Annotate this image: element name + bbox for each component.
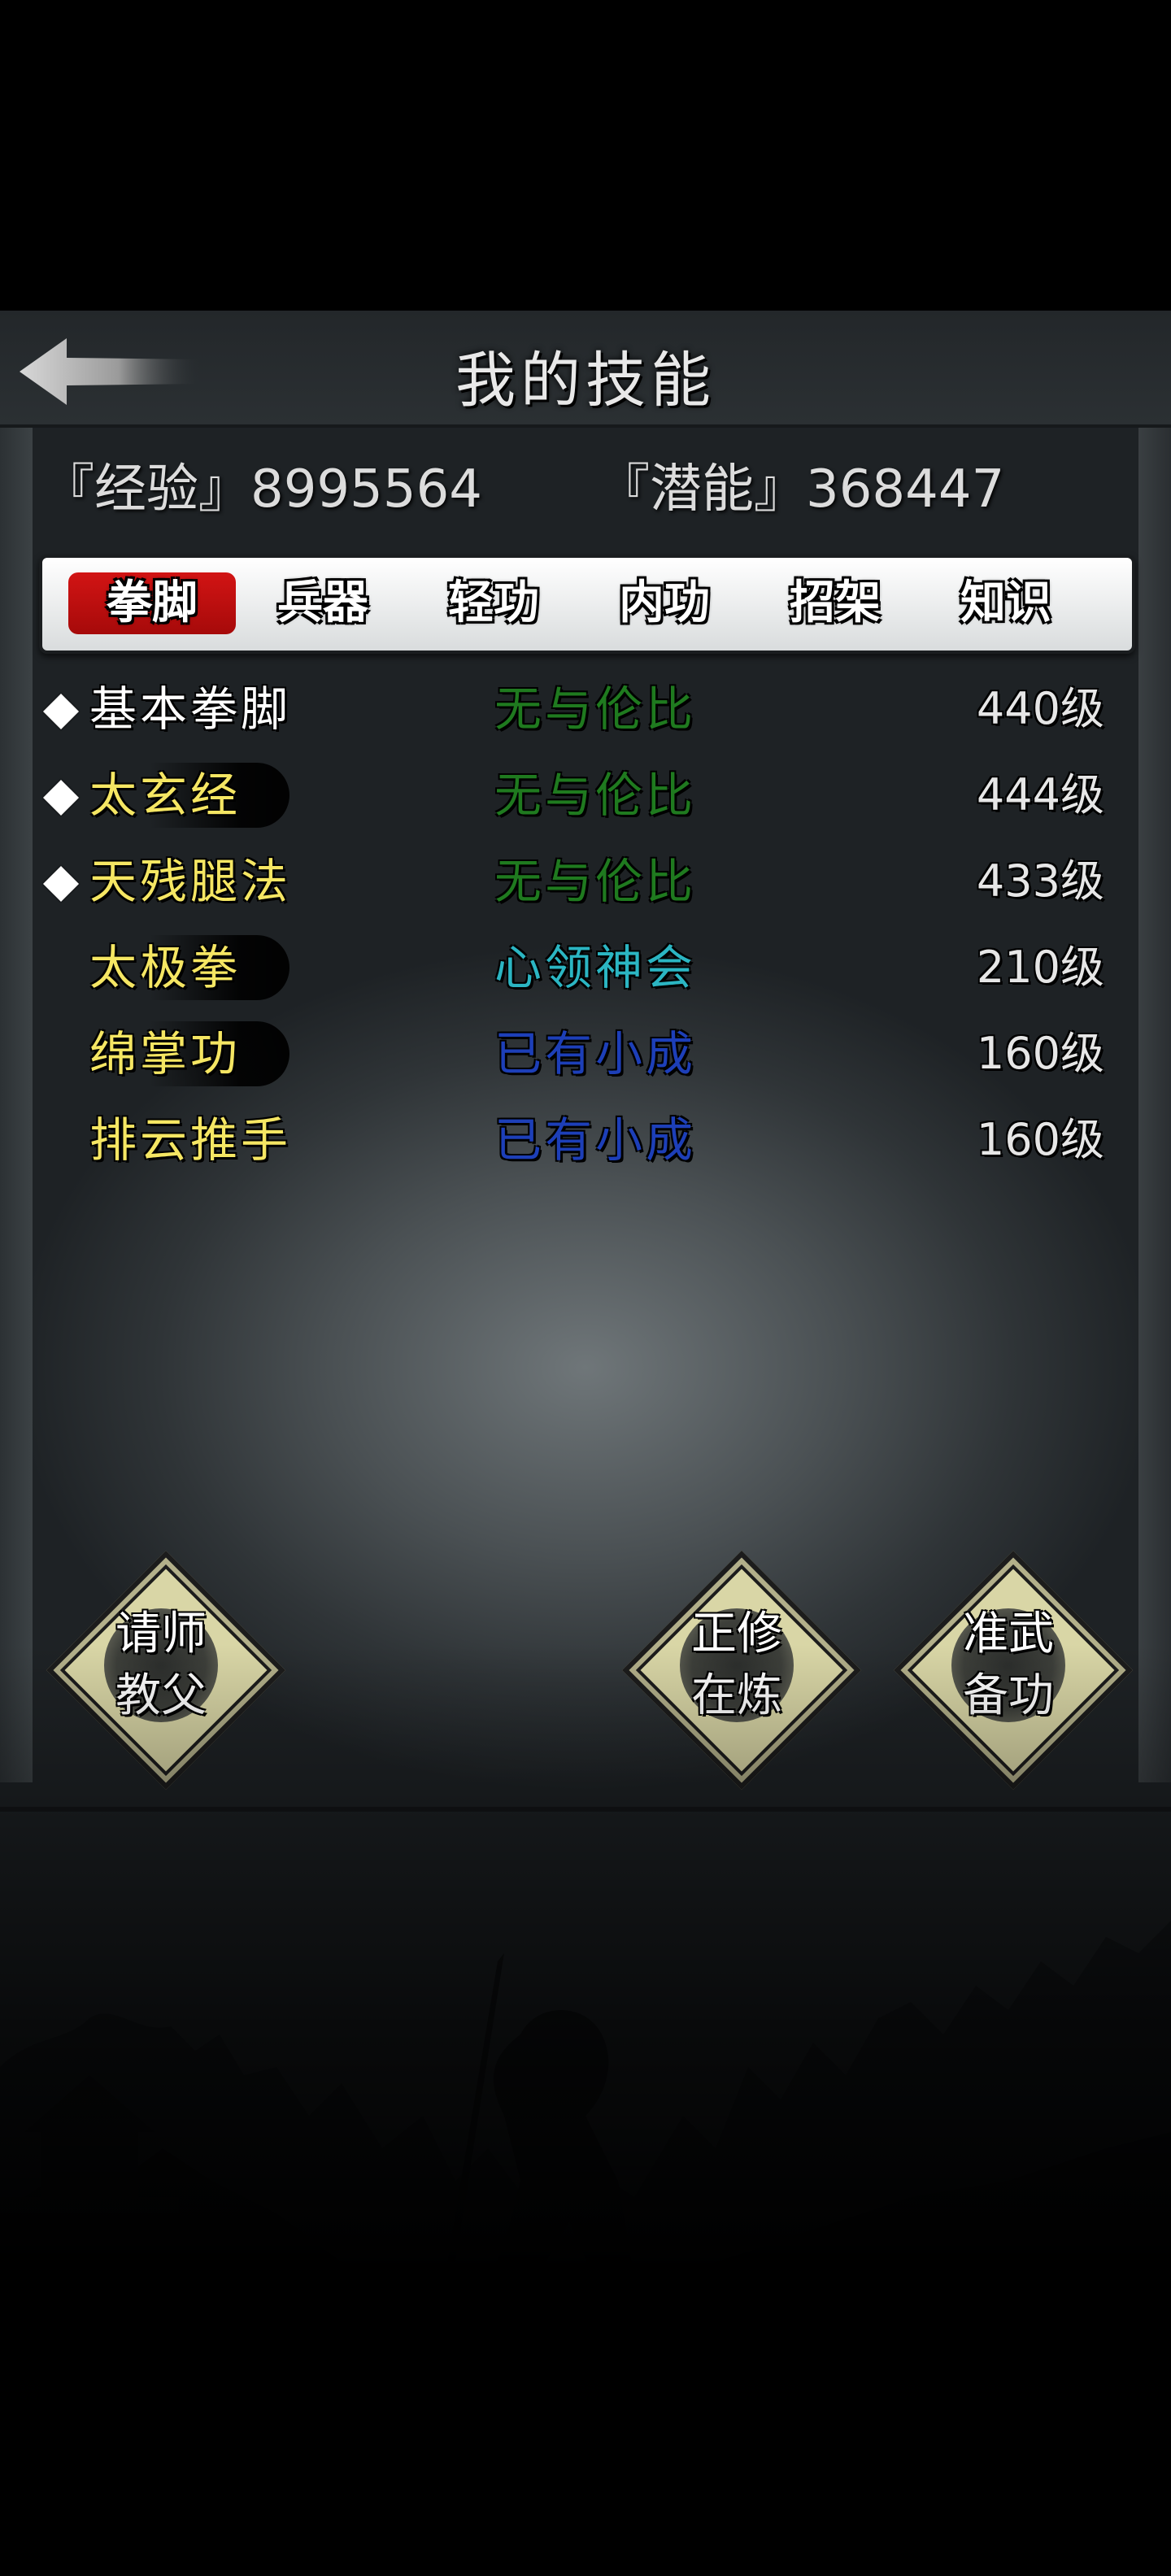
skill-level: 160级 [976,1028,1104,1079]
button-frame [621,1550,862,1791]
skill-level: 440级 [976,683,1104,734]
title-bar: 我的技能 [0,311,1171,428]
skill-name: 基本拳脚 [89,681,292,737]
skill-rank: 已有小成 [494,1026,697,1081]
equipped-marker-icon [42,865,80,903]
ground-divider [0,1807,1171,1812]
skill-rank: 已有小成 [494,1112,697,1168]
potential-stat: 『潜能』368447 [598,459,1005,520]
skill-rank: 无与伦比 [494,768,697,823]
button-label-line: 准武 [963,1608,1054,1660]
martial-artist-silhouette-background [0,1921,1171,2278]
skill-row[interactable]: 天残腿法 无与伦比 433级 [39,846,1112,924]
tab-knowledge[interactable]: 知识 [922,572,1090,634]
tab-weapon[interactable]: 兵器 [239,572,407,634]
skill-name: 绵掌功 [89,1021,290,1086]
skill-name: 排云推手 [89,1112,292,1168]
tab-parry[interactable]: 招架 [751,572,919,634]
button-label-line: 教父 [115,1669,207,1722]
equipped-marker-icon [42,693,80,730]
button-label-line: 备功 [963,1669,1054,1722]
skill-row[interactable]: 绵掌功 已有小成 160级 [39,1018,1112,1096]
skills-screen: 我的技能 『经验』8995564 『潜能』368447 拳脚 兵器 轻功 内功 … [0,311,1171,2278]
page-title: 我的技能 [455,346,716,416]
skill-row[interactable]: 太玄经 无与伦比 444级 [39,759,1112,838]
button-label: 准武 备功 [896,1603,1121,1727]
skill-level: 444级 [976,769,1104,820]
button-frame [893,1550,1134,1791]
skill-level: 210级 [976,942,1104,993]
skill-row[interactable]: 排云推手 已有小成 160级 [39,1104,1112,1182]
skill-level: 433级 [976,855,1104,907]
skill-name: 太玄经 [89,763,290,828]
tab-fist[interactable]: 拳脚 [68,572,236,634]
practicing-button[interactable]: 正修 在炼 [621,1550,862,1791]
tab-internal[interactable]: 内功 [581,572,748,634]
skill-rank: 无与伦比 [494,681,697,737]
tab-lightness[interactable]: 轻功 [410,572,577,634]
skill-rank: 心领神会 [494,940,697,995]
button-label-line: 在炼 [691,1669,782,1722]
skill-row[interactable]: 基本拳脚 无与伦比 440级 [39,673,1112,751]
button-frame [46,1550,286,1791]
skill-level: 160级 [976,1114,1104,1165]
equipped-marker-icon [42,779,80,816]
button-label-line: 请师 [115,1608,207,1660]
skill-name: 太极拳 [89,935,290,1000]
ask-master-button[interactable]: 请师 教父 [46,1550,286,1791]
experience-stat: 『经验』8995564 [42,459,483,520]
button-label: 请师 教父 [49,1603,273,1727]
button-label-line: 正修 [691,1608,782,1660]
skill-category-tabs: 拳脚 兵器 轻功 内功 招架 知识 [39,555,1135,654]
right-frame [1138,311,1171,1782]
skill-row[interactable]: 太极拳 心领神会 210级 [39,932,1112,1010]
left-frame [0,311,33,1782]
prepare-skill-button[interactable]: 准武 备功 [893,1550,1134,1791]
skill-name: 天残腿法 [89,854,292,909]
skill-rank: 无与伦比 [494,854,697,909]
button-label: 正修 在炼 [625,1603,849,1727]
